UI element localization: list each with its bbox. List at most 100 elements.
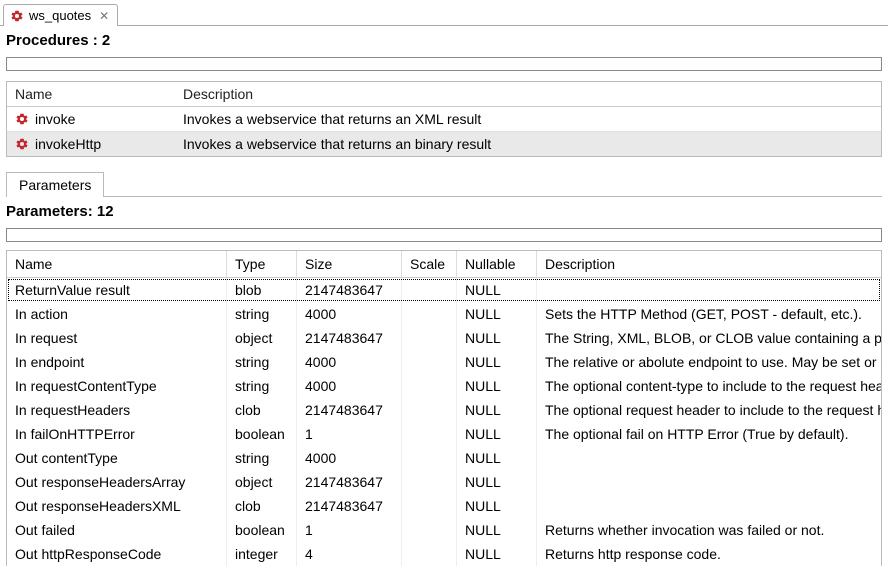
param-desc	[537, 446, 881, 470]
param-scale	[402, 422, 457, 446]
param-name: Out failed	[7, 518, 227, 542]
param-size: 4000	[297, 374, 402, 398]
parameter-row[interactable]: In requestobject2147483647NULLThe String…	[7, 326, 881, 350]
parameter-row[interactable]: ReturnValue resultblob2147483647 NULL	[7, 278, 881, 302]
parameters-header: Name Type Size Scale Nullable Descriptio…	[7, 251, 881, 278]
param-size: 4	[297, 542, 402, 566]
col-header-desc[interactable]: Description	[175, 82, 881, 106]
parameter-row[interactable]: Out responseHeadersArrayobject2147483647…	[7, 470, 881, 494]
param-desc: Returns whether invocation was failed or…	[537, 518, 881, 542]
procedure-row[interactable]: invokeInvokes a webservice that returns …	[7, 107, 881, 132]
parameter-row[interactable]: In requestHeadersclob2147483647NULLThe o…	[7, 398, 881, 422]
col-header-name[interactable]: Name	[7, 251, 227, 278]
param-type: string	[227, 350, 297, 374]
parameter-row[interactable]: Out httpResponseCodeinteger4NULLReturns …	[7, 542, 881, 566]
param-type: string	[227, 302, 297, 326]
close-icon[interactable]: ✕	[99, 9, 109, 23]
param-nullable: NULL	[457, 278, 537, 302]
param-name: Out responseHeadersXML	[7, 494, 227, 518]
procedures-title: Procedures : 2	[0, 26, 888, 53]
param-size: 2147483647	[297, 278, 402, 302]
param-desc: The String, XML, BLOB, or CLOB value con…	[537, 326, 881, 350]
param-desc	[537, 470, 881, 494]
param-desc: The optional request header to include t…	[537, 398, 881, 422]
param-desc: The optional content-type to include to …	[537, 374, 881, 398]
procedure-name: invoke	[35, 111, 75, 127]
param-type: boolean	[227, 422, 297, 446]
parameters-table: Name Type Size Scale Nullable Descriptio…	[6, 250, 882, 566]
col-header-name[interactable]: Name	[7, 82, 175, 106]
gear-icon	[10, 9, 24, 23]
param-type: boolean	[227, 518, 297, 542]
param-desc	[537, 278, 881, 302]
param-scale	[402, 374, 457, 398]
param-nullable: NULL	[457, 350, 537, 374]
procedure-row[interactable]: invokeHttp Invokes a webservice that retu…	[7, 132, 881, 156]
parameter-row[interactable]: In endpointstring4000NULLThe relative or…	[7, 350, 881, 374]
param-name: Out contentType	[7, 446, 227, 470]
param-size: 1	[297, 518, 402, 542]
gear-icon	[15, 137, 29, 151]
procedure-name-cell: invokeHttp	[7, 132, 175, 156]
parameter-row[interactable]: In requestContentTypestring4000NULLThe o…	[7, 374, 881, 398]
parameter-row[interactable]: In actionstring4000 NULLSets the HTTP Met…	[7, 302, 881, 326]
col-header-type[interactable]: Type	[227, 251, 297, 278]
param-name: In failOnHTTPError	[7, 422, 227, 446]
col-header-desc[interactable]: Description	[537, 251, 881, 278]
param-size: 4000	[297, 350, 402, 374]
param-type: blob	[227, 278, 297, 302]
col-header-nullable[interactable]: Nullable	[457, 251, 537, 278]
param-type: integer	[227, 542, 297, 566]
param-scale	[402, 278, 457, 302]
param-desc: The optional fail on HTTP Error (True by…	[537, 422, 881, 446]
procedure-name-cell: invoke	[7, 107, 175, 131]
parameter-row[interactable]: In failOnHTTPErrorboolean1NULLThe option…	[7, 422, 881, 446]
gear-icon	[15, 112, 29, 126]
param-desc: Returns http response code.	[537, 542, 881, 566]
param-type: clob	[227, 494, 297, 518]
param-nullable: NULL	[457, 398, 537, 422]
param-nullable: NULL	[457, 302, 537, 326]
param-scale	[402, 446, 457, 470]
param-type: object	[227, 470, 297, 494]
param-type: object	[227, 326, 297, 350]
editor-tab-label: ws_quotes	[29, 8, 91, 23]
parameter-row[interactable]: Out contentTypestring4000 NULL	[7, 446, 881, 470]
param-desc: Sets the HTTP Method (GET, POST - defaul…	[537, 302, 881, 326]
param-name: In action	[7, 302, 227, 326]
param-type: string	[227, 374, 297, 398]
param-size: 4000	[297, 302, 402, 326]
param-size: 2147483647	[297, 494, 402, 518]
param-nullable: NULL	[457, 374, 537, 398]
param-scale	[402, 470, 457, 494]
param-nullable: NULL	[457, 494, 537, 518]
param-size: 2147483647	[297, 470, 402, 494]
param-nullable: NULL	[457, 446, 537, 470]
parameter-row[interactable]: Out failedboolean1 NULLReturns whether in…	[7, 518, 881, 542]
param-size: 2147483647	[297, 326, 402, 350]
parameter-row[interactable]: Out responseHeadersXMLclob2147483647 NULL	[7, 494, 881, 518]
param-scale	[402, 518, 457, 542]
col-header-scale[interactable]: Scale	[402, 251, 457, 278]
param-size: 4000	[297, 446, 402, 470]
param-scale	[402, 494, 457, 518]
editor-tab[interactable]: ws_quotes ✕	[3, 4, 118, 26]
param-nullable: NULL	[457, 518, 537, 542]
param-nullable: NULL	[457, 326, 537, 350]
parameters-tab[interactable]: Parameters	[6, 172, 104, 197]
procedure-name: invokeHttp	[35, 136, 101, 152]
toolbar-frame	[6, 57, 882, 71]
param-desc: The relative or abolute endpoint to use.…	[537, 350, 881, 374]
col-header-size[interactable]: Size	[297, 251, 402, 278]
editor-tab-strip: ws_quotes ✕	[0, 0, 888, 26]
param-nullable: NULL	[457, 542, 537, 566]
param-scale	[402, 326, 457, 350]
param-scale	[402, 350, 457, 374]
procedure-desc: Invokes a webservice that returns an bin…	[175, 132, 881, 156]
param-type: string	[227, 446, 297, 470]
param-name: In requestHeaders	[7, 398, 227, 422]
param-nullable: NULL	[457, 470, 537, 494]
params-toolbar-frame	[6, 228, 882, 242]
param-desc	[537, 494, 881, 518]
param-name: ReturnValue result	[7, 278, 227, 302]
